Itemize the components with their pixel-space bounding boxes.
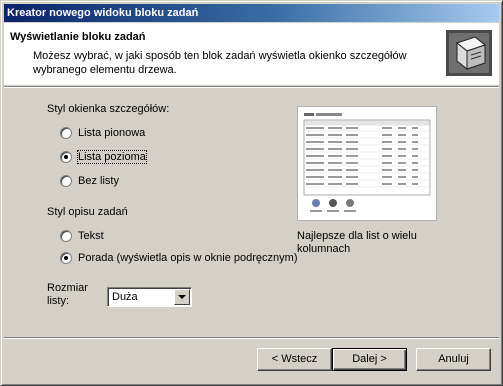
next-button[interactable]: Dalej > [332,348,407,371]
details-style-label: Styl okienka szczegółów: [47,103,170,115]
radio-no-list[interactable]: Bez listy [60,175,119,187]
radio-indicator[interactable] [60,127,72,139]
list-size-label-line2: listy: [47,295,69,307]
radio-horizontal-list-label: Lista pozioma [77,150,147,164]
radio-tooltip[interactable]: Porada (wyświetla opis w oknie podręczny… [60,252,297,264]
cancel-button[interactable]: Anuluj [416,348,491,371]
radio-text[interactable]: Tekst [60,230,104,242]
chevron-down-icon[interactable] [174,289,190,305]
window-title: Kreator nowego widoku bloku zadań [7,7,199,19]
radio-indicator[interactable] [60,230,72,242]
list-size-dropdown[interactable]: Duża [107,287,192,307]
radio-no-list-label: Bez listy [78,175,119,187]
title-bar[interactable]: Kreator nowego widoku bloku zadań [4,4,499,22]
header-description: Możesz wybrać, w jaki sposób ten blok za… [33,50,407,76]
back-button[interactable]: < Wstecz [257,348,332,371]
radio-indicator[interactable] [60,175,72,187]
header-separator [4,86,499,88]
footer-separator [4,337,499,339]
list-size-label-line1: Rozmiar [47,282,88,294]
description-style-label: Styl opisu zadań [47,206,128,218]
radio-indicator[interactable] [60,151,72,163]
preview-description: Najlepsze dla list o wielu kolumnach [297,230,417,255]
radio-vertical-list-label: Lista pionowa [78,127,146,139]
radio-horizontal-list[interactable]: Lista pozioma [60,150,147,164]
radio-indicator[interactable] [60,252,72,264]
wizard-window: Kreator nowego widoku bloku zadań Wyświe… [0,0,503,386]
radio-tooltip-label: Porada (wyświetla opis w oknie podręczny… [78,252,298,264]
radio-text-label: Tekst [78,230,104,242]
preview-image [297,106,437,221]
preview-thumbnail [298,107,436,220]
header-title: Wyświetlanie bloku zadań [10,31,146,43]
list-size-value: Duża [112,291,138,303]
wizard-header: Wyświetlanie bloku zadań Możesz wybrać, … [4,23,499,85]
wizard-graphic-icon [446,30,492,76]
radio-vertical-list[interactable]: Lista pionowa [60,127,145,139]
